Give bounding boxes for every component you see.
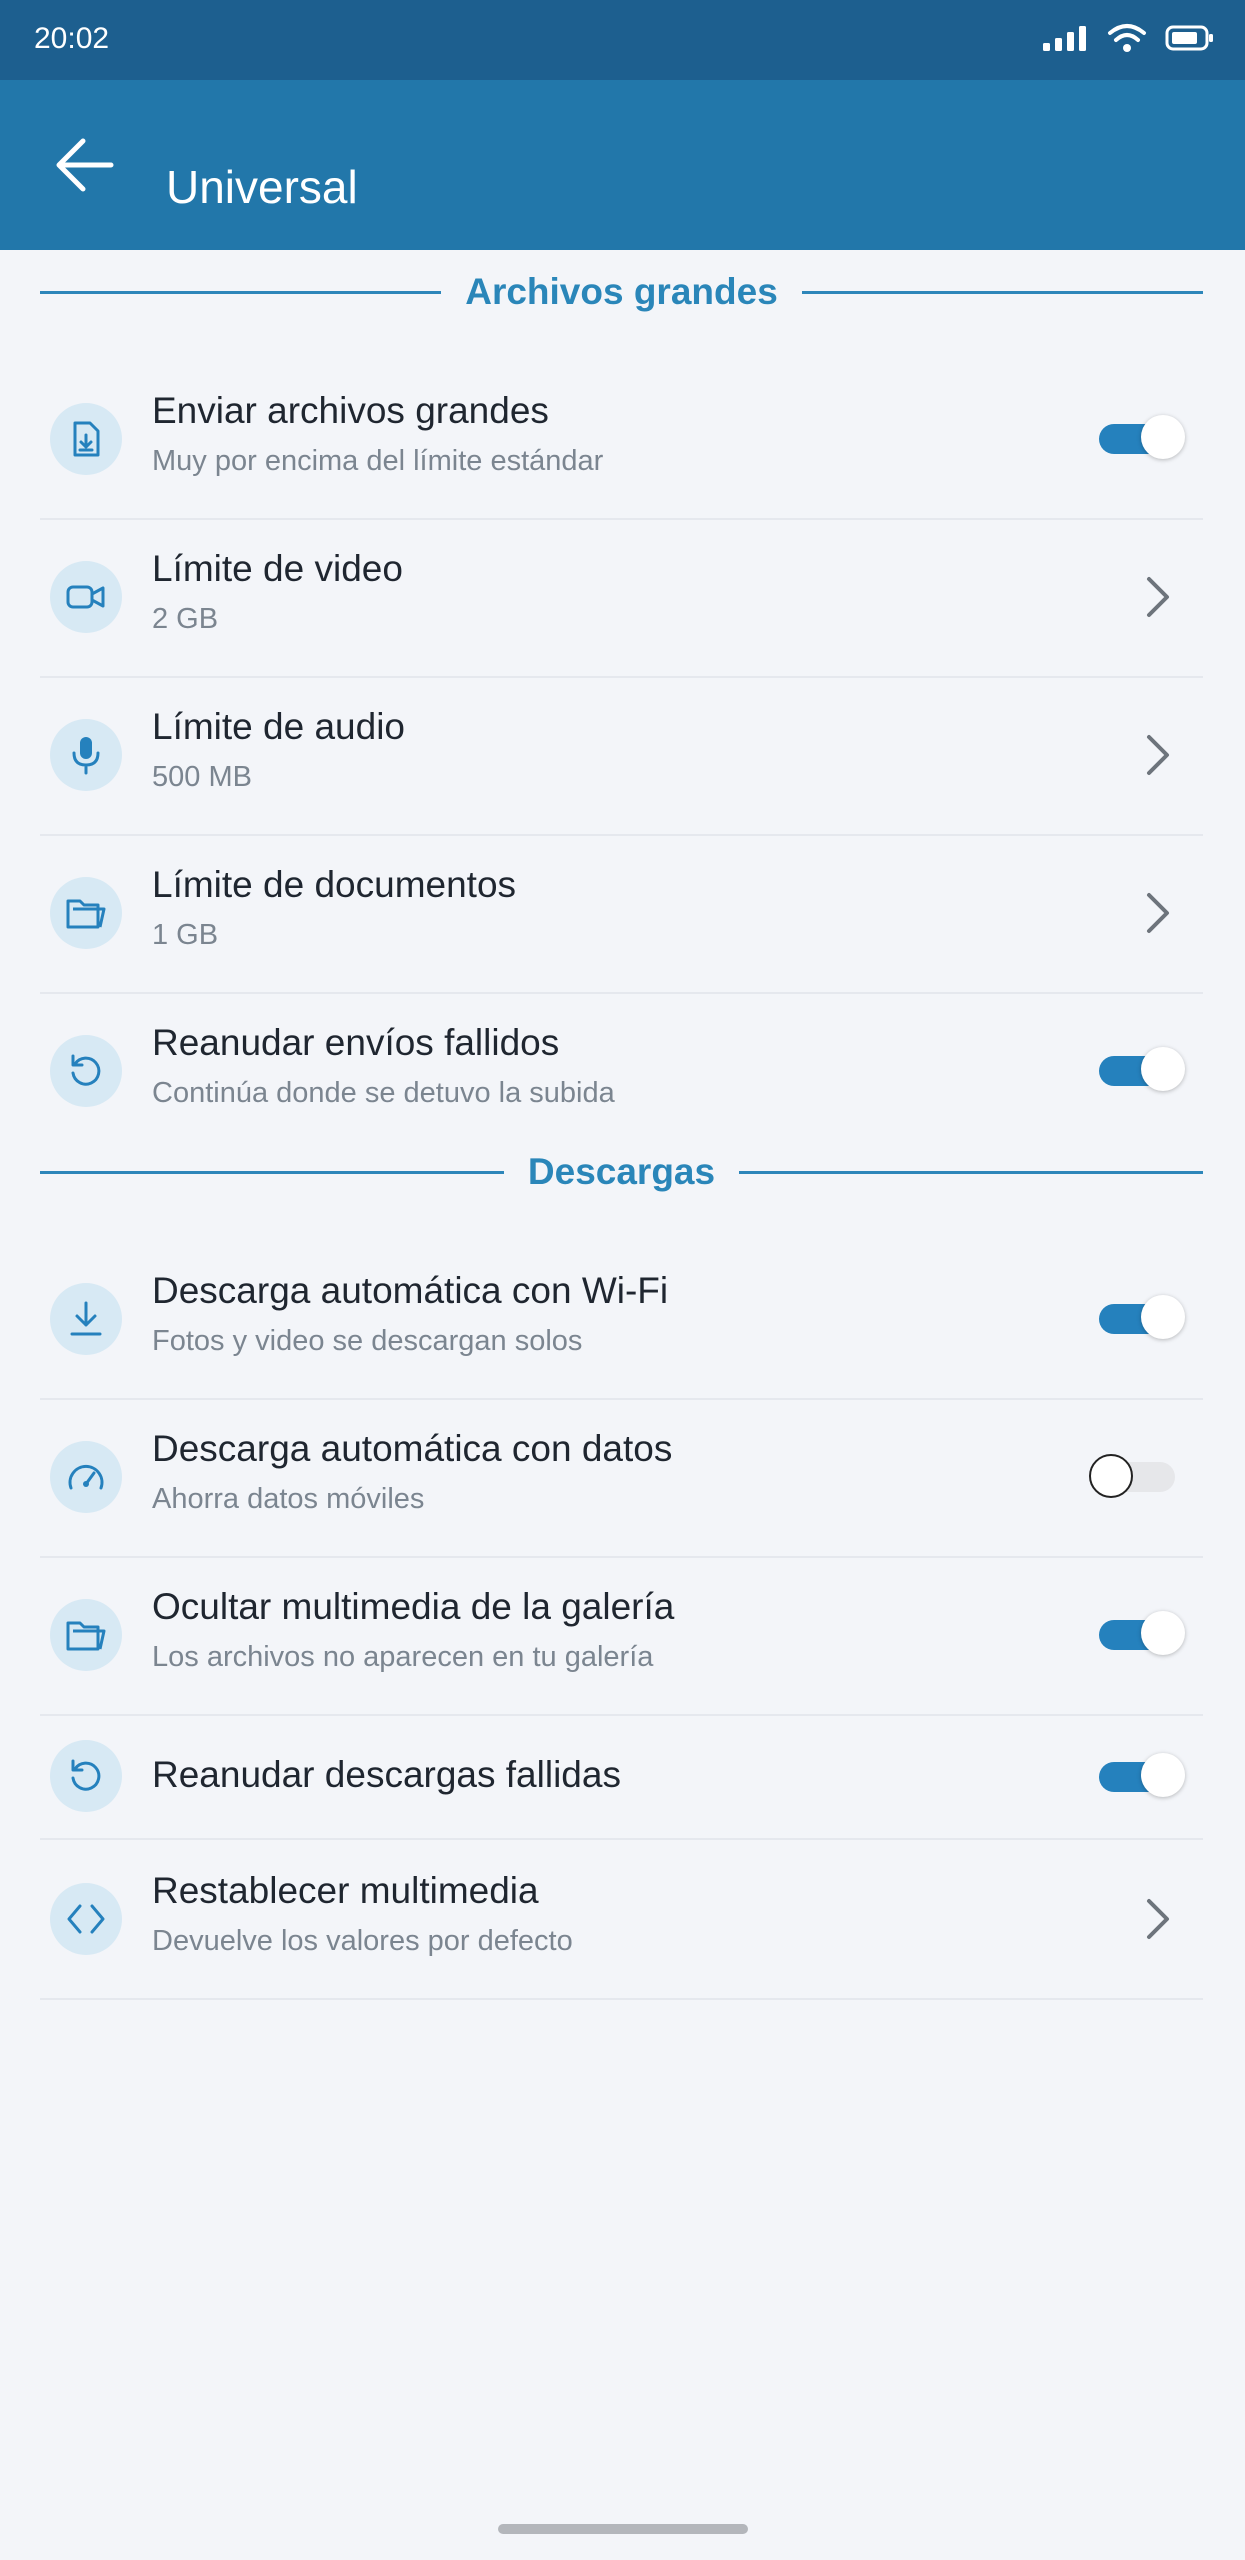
page-title: Universal — [166, 161, 358, 213]
row-title: Reanudar envíos fallidos — [152, 1022, 560, 1063]
row-icon-container — [50, 1883, 122, 1955]
row-icon-container — [50, 1035, 122, 1107]
row-limite-audio[interactable]: Límite de audio 500 MB — [40, 676, 1203, 836]
toggle-switch[interactable] — [1099, 1047, 1185, 1091]
row-icon-container — [50, 719, 122, 791]
signal-icon — [1043, 26, 1086, 51]
row-subtitle: Devuelve los valores por defecto — [152, 1925, 573, 1957]
row-subtitle: Los archivos no aparecen en tu galería — [152, 1641, 654, 1673]
row-descarga-datos[interactable]: Descarga automática con datos Ahorra dat… — [40, 1398, 1203, 1558]
row-restablecer-multimedia[interactable]: Restablecer multimedia Devuelve los valo… — [40, 1840, 1203, 2000]
row-title: Reanudar descargas fallidas — [152, 1754, 621, 1795]
status-icons — [1043, 18, 1215, 58]
row-icon-container — [50, 1740, 122, 1812]
row-subtitle: Fotos y video se descargan solos — [152, 1325, 583, 1357]
row-subtitle: 2 GB — [152, 603, 219, 635]
section-title: Descargas — [503, 1151, 740, 1192]
microphone-icon — [72, 737, 100, 775]
section-header-archivos-grandes: Archivos grandes — [40, 262, 1203, 322]
toggle-switch[interactable] — [1089, 1454, 1175, 1498]
wifi-icon — [1108, 24, 1146, 52]
row-limite-documentos[interactable]: Límite de documentos 1 GB — [40, 834, 1203, 994]
row-subtitle: Muy por encima del límite estándar — [152, 445, 604, 477]
row-reanudar-envios-fallidos[interactable]: Reanudar envíos fallidos Continúa donde … — [40, 992, 1203, 1150]
row-icon-container — [50, 403, 122, 475]
row-subtitle: 500 MB — [152, 761, 252, 793]
toggle-switch[interactable] — [1099, 1295, 1185, 1339]
download-icon — [70, 1301, 102, 1336]
code-brackets-icon — [67, 1904, 105, 1934]
app-bar: Universal — [0, 80, 1245, 250]
row-subtitle: 1 GB — [152, 919, 219, 951]
back-button[interactable] — [40, 130, 130, 200]
row-limite-video[interactable]: Límite de video 2 GB — [40, 518, 1203, 678]
row-icon-container — [50, 877, 122, 949]
row-icon-container — [50, 1283, 122, 1355]
section-title: Archivos grandes — [441, 271, 802, 312]
row-icon-container — [50, 561, 122, 633]
toggle-switch[interactable] — [1099, 1753, 1185, 1797]
row-reanudar-descargas-fallidas[interactable]: Reanudar descargas fallidas — [40, 1714, 1203, 1840]
home-indicator[interactable] — [498, 2524, 748, 2534]
retry-icon — [71, 1759, 101, 1791]
video-camera-icon — [66, 585, 105, 609]
chevron-right-icon — [1147, 893, 1169, 933]
battery-icon — [1165, 25, 1213, 51]
row-title: Descarga automática con datos — [152, 1428, 673, 1469]
row-title: Límite de audio — [152, 706, 406, 747]
speedometer-icon — [68, 1465, 104, 1490]
retry-icon — [71, 1054, 101, 1086]
chevron-right-icon — [1147, 1899, 1169, 1939]
row-title: Límite de video — [152, 548, 403, 589]
toggle-switch[interactable] — [1099, 415, 1185, 459]
row-title: Restablecer multimedia — [152, 1870, 539, 1911]
chevron-right-icon — [1147, 735, 1169, 775]
row-title: Enviar archivos grandes — [152, 390, 549, 431]
row-ocultar-multimedia[interactable]: Ocultar multimedia de la galería Los arc… — [40, 1556, 1203, 1716]
row-title: Descarga automática con Wi-Fi — [152, 1270, 669, 1311]
arrow-left-icon — [56, 138, 114, 192]
status-time: 20:02 — [34, 22, 110, 55]
file-download-icon — [73, 421, 100, 457]
section-header-descargas: Descargas — [40, 1142, 1203, 1202]
chevron-right-icon — [1147, 577, 1169, 617]
row-subtitle: Ahorra datos móviles — [152, 1483, 425, 1515]
folder-icon — [66, 899, 106, 929]
row-title: Ocultar multimedia de la galería — [152, 1586, 675, 1627]
row-enviar-archivos-grandes[interactable]: Enviar archivos grandes Muy por encima d… — [40, 360, 1203, 520]
status-bar: 20:02 — [0, 0, 1245, 80]
row-descarga-wifi[interactable]: Descarga automática con Wi-Fi Fotos y vi… — [40, 1240, 1203, 1400]
row-title: Límite de documentos — [152, 864, 517, 905]
folder-icon — [66, 1621, 106, 1651]
row-icon-container — [50, 1441, 122, 1513]
row-icon-container — [50, 1599, 122, 1671]
toggle-switch[interactable] — [1099, 1611, 1185, 1655]
row-subtitle: Continúa donde se detuvo la subida — [152, 1077, 615, 1109]
